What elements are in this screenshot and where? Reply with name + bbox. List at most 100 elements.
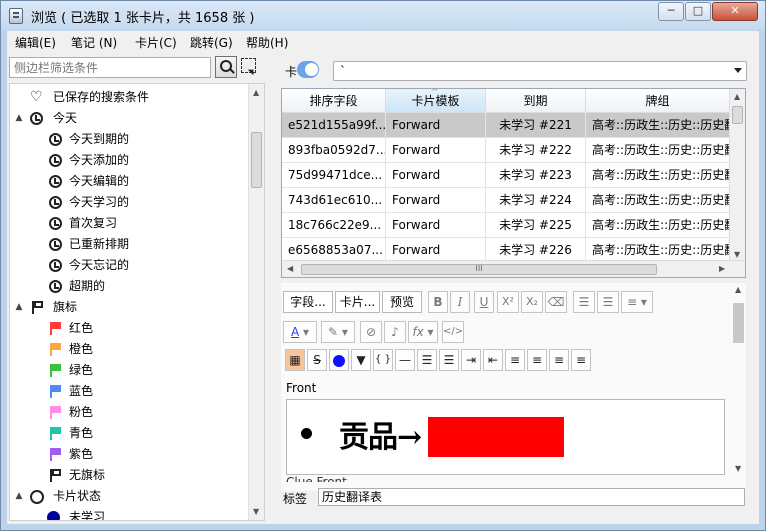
menu-cards[interactable]: 卡片(C)	[135, 34, 177, 51]
flag-icon	[31, 301, 43, 314]
outdent-icon[interactable]: ⇤	[483, 349, 503, 371]
align-dropdown-icon[interactable]: ≡ ▾	[621, 291, 653, 313]
table-cell-deck: 高考::历政生::历史::历史翻...	[586, 138, 730, 163]
align-center-icon[interactable]: ≡	[505, 349, 525, 371]
bullet-list-icon[interactable]: ☰	[417, 349, 437, 371]
menu-help[interactable]: 帮助(H)	[246, 34, 288, 51]
bullet-list-icon[interactable]: ☰	[573, 291, 595, 313]
braces-button[interactable]: { }	[373, 349, 393, 371]
palette-icon[interactable]: ▦	[285, 349, 305, 371]
table-vertical-scrollbar[interactable]: ▲ ▼	[729, 89, 745, 262]
strikethrough-button[interactable]: S	[307, 349, 327, 371]
numbered-list-icon[interactable]: ☰	[597, 291, 619, 313]
table-cell-template: Forward	[386, 113, 486, 138]
scroll-up-arrow-icon[interactable]: ▲	[735, 285, 741, 294]
highlight-icon[interactable]: ✎ ▾	[321, 321, 355, 343]
sidebar-scrollbar[interactable]: ▲ ▼	[248, 84, 264, 520]
fields-button[interactable]: 字段...	[283, 291, 333, 313]
bold-button[interactable]: B	[428, 291, 448, 313]
heart-icon: ♡	[30, 89, 43, 105]
subscript-button[interactable]: X₂	[521, 291, 543, 313]
underline-button[interactable]: U	[474, 291, 494, 313]
justify-icon[interactable]: ≡	[571, 349, 591, 371]
column-header-1[interactable]: ^ 卡片模板	[386, 89, 486, 113]
italic-button[interactable]: I	[450, 291, 470, 313]
table-cell-deck: 高考::历政生::历史::历史翻...	[586, 213, 730, 238]
cards-notes-toggle[interactable]	[297, 61, 319, 78]
indent-icon[interactable]: ⇥	[461, 349, 481, 371]
scrollbar-thumb[interactable]	[732, 106, 743, 124]
menu-notes[interactable]: 笔记 (N)	[71, 34, 117, 51]
table-horizontal-scrollbar[interactable]: ◀ III ▶	[282, 260, 745, 277]
preview-button[interactable]: 预览	[382, 291, 422, 313]
scroll-left-arrow-icon[interactable]: ◀	[287, 264, 293, 273]
collapse-icon[interactable]: ▲	[14, 108, 24, 129]
scroll-down-arrow-icon[interactable]: ▼	[253, 507, 259, 516]
select-tool-icon[interactable]	[241, 58, 256, 73]
scrollbar-thumb[interactable]: III	[301, 264, 657, 275]
clock-icon	[49, 133, 62, 146]
table-cell-due: 未学习 #221	[486, 113, 586, 138]
chevron-down-icon[interactable]	[734, 68, 742, 73]
flag-icon	[49, 406, 61, 419]
eraser-icon[interactable]: ⌫	[545, 291, 567, 313]
sidebar-item-label: 蓝色	[69, 384, 94, 398]
collapse-icon[interactable]: ▲	[14, 297, 24, 318]
microphone-icon[interactable]: ♪	[384, 321, 406, 343]
scroll-right-arrow-icon[interactable]: ▶	[719, 264, 725, 273]
column-header-3[interactable]: 牌组	[586, 89, 730, 113]
scrollbar-thumb[interactable]	[251, 132, 262, 188]
sidebar-item-label: 今天学习的	[69, 195, 130, 209]
column-header-0[interactable]: 排序字段	[282, 89, 386, 113]
dropdown-caret-icon[interactable]: ▼	[351, 349, 371, 371]
align-left-icon[interactable]: ≡	[527, 349, 547, 371]
scrollbar-thumb[interactable]	[733, 303, 744, 343]
tags-input[interactable]: 历史翻译表	[318, 488, 745, 506]
column-header-label: 到期	[523, 94, 548, 108]
numbered-list-icon[interactable]: ☰	[439, 349, 459, 371]
table-row[interactable]: e521d155a99f... Forward 未学习 #221 高考::历政生::历…	[282, 113, 730, 138]
math-icon[interactable]: fx ▾	[408, 321, 438, 343]
search-combo[interactable]: `	[333, 61, 747, 81]
scroll-down-arrow-icon[interactable]: ▼	[735, 464, 741, 473]
clock-icon	[30, 112, 43, 125]
table-cell-sort: e521d155a99f...	[282, 113, 386, 138]
sidebar-search-input[interactable]	[9, 57, 211, 78]
text-color-icon[interactable]: A ▾	[283, 321, 317, 343]
flag-icon	[49, 343, 61, 356]
sidebar-item-label: 超期的	[69, 279, 106, 293]
sidebar-item-label: 今天编辑的	[69, 174, 130, 188]
table-row[interactable]: 75d99471dce... Forward 未学习 #223 高考::历政生::历史…	[282, 163, 730, 188]
attachment-icon[interactable]: ⊘	[360, 321, 382, 343]
html-icon[interactable]: </>	[442, 321, 464, 343]
editor-scrollbar[interactable]: ▲ ▼	[731, 285, 747, 481]
sidebar-item-label: 今天忘记的	[69, 258, 130, 272]
sidebar-item-label: 未学习	[69, 510, 106, 521]
menu-bar: 编辑(E) 笔记 (N) 卡片(C) 跳转(G) 帮助(H)	[7, 31, 759, 53]
table-row[interactable]: 893fba0592d7... Forward 未学习 #222 高考::历政生::历…	[282, 138, 730, 163]
pane-splitter[interactable]	[269, 82, 275, 522]
table-cell-due: 未学习 #222	[486, 138, 586, 163]
front-field-editor[interactable]: 贡品→	[286, 399, 725, 475]
sidebar-item-label: 已保存的搜索条件	[53, 90, 150, 104]
horizontal-rule-icon[interactable]: —	[395, 349, 415, 371]
scroll-up-arrow-icon[interactable]: ▲	[253, 88, 259, 97]
sidebar-item-label: 今天到期的	[69, 132, 130, 146]
scroll-down-arrow-icon[interactable]: ▼	[734, 250, 740, 259]
minimize-button[interactable]: ─	[658, 2, 684, 21]
superscript-button[interactable]: X²	[497, 291, 519, 313]
menu-goto[interactable]: 跳转(G)	[190, 34, 233, 51]
collapse-icon[interactable]: ▲	[14, 486, 24, 507]
bullet-icon	[301, 428, 312, 439]
search-icon[interactable]	[215, 56, 237, 78]
table-row[interactable]: 743d61ec610... Forward 未学习 #224 高考::历政生::历史…	[282, 188, 730, 213]
maximize-button[interactable]: □	[685, 2, 711, 21]
close-button[interactable]: ✕	[712, 2, 758, 21]
menu-edit[interactable]: 编辑(E)	[15, 34, 56, 51]
scroll-up-arrow-icon[interactable]: ▲	[734, 92, 740, 101]
align-right-icon[interactable]: ≡	[549, 349, 569, 371]
blue-color-icon[interactable]	[329, 349, 349, 371]
table-row[interactable]: 18c766c22e9... Forward 未学习 #225 高考::历政生::历史…	[282, 213, 730, 238]
cards-button[interactable]: 卡片...	[335, 291, 380, 313]
column-header-2[interactable]: 到期	[486, 89, 586, 113]
